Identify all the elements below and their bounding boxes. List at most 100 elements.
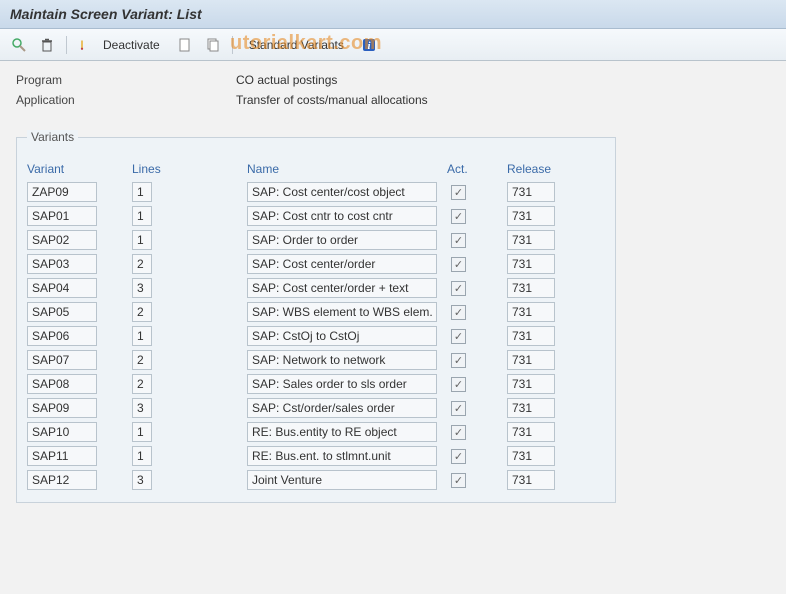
variant-field[interactable] bbox=[27, 422, 97, 442]
release-field[interactable] bbox=[507, 422, 555, 442]
info-icon[interactable]: i bbox=[358, 34, 380, 56]
page-title: Maintain Screen Variant: List bbox=[0, 0, 786, 29]
lines-field[interactable] bbox=[132, 278, 152, 298]
lines-field[interactable] bbox=[132, 302, 152, 322]
name-field[interactable] bbox=[247, 326, 437, 346]
variant-field[interactable] bbox=[27, 446, 97, 466]
variant-field[interactable] bbox=[27, 182, 97, 202]
table-row[interactable]: ✓ bbox=[27, 348, 605, 372]
name-field[interactable] bbox=[247, 398, 437, 418]
name-field[interactable] bbox=[247, 278, 437, 298]
lines-field[interactable] bbox=[132, 446, 152, 466]
name-field[interactable] bbox=[247, 182, 437, 202]
active-checkbox[interactable]: ✓ bbox=[451, 449, 466, 464]
table-row[interactable]: ✓ bbox=[27, 228, 605, 252]
release-field[interactable] bbox=[507, 470, 555, 490]
release-field[interactable] bbox=[507, 446, 555, 466]
lines-field[interactable] bbox=[132, 206, 152, 226]
lines-field[interactable] bbox=[132, 182, 152, 202]
variant-field[interactable] bbox=[27, 326, 97, 346]
copy-icon[interactable] bbox=[202, 34, 224, 56]
program-value: CO actual postings bbox=[236, 73, 337, 87]
name-field[interactable] bbox=[247, 230, 437, 250]
release-field[interactable] bbox=[507, 302, 555, 322]
name-field[interactable] bbox=[247, 422, 437, 442]
lines-field[interactable] bbox=[132, 470, 152, 490]
name-field[interactable] bbox=[247, 446, 437, 466]
variant-field[interactable] bbox=[27, 206, 97, 226]
active-checkbox[interactable]: ✓ bbox=[451, 209, 466, 224]
grid-header: Variant Lines Name Act. Release bbox=[27, 158, 605, 180]
active-checkbox[interactable]: ✓ bbox=[451, 281, 466, 296]
table-row[interactable]: ✓ bbox=[27, 252, 605, 276]
release-field[interactable] bbox=[507, 350, 555, 370]
release-field[interactable] bbox=[507, 182, 555, 202]
variant-field[interactable] bbox=[27, 350, 97, 370]
name-field[interactable] bbox=[247, 302, 437, 322]
active-checkbox[interactable]: ✓ bbox=[451, 185, 466, 200]
table-row[interactable]: ✓ bbox=[27, 420, 605, 444]
name-field[interactable] bbox=[247, 206, 437, 226]
name-field[interactable] bbox=[247, 470, 437, 490]
variant-field[interactable] bbox=[27, 374, 97, 394]
release-field[interactable] bbox=[507, 230, 555, 250]
table-row[interactable]: ✓ bbox=[27, 372, 605, 396]
release-field[interactable] bbox=[507, 206, 555, 226]
active-checkbox[interactable]: ✓ bbox=[451, 329, 466, 344]
variants-group-title: Variants bbox=[27, 130, 78, 144]
application-row: Application Transfer of costs/manual all… bbox=[16, 93, 770, 107]
lines-field[interactable] bbox=[132, 350, 152, 370]
name-field[interactable] bbox=[247, 254, 437, 274]
lines-field[interactable] bbox=[132, 326, 152, 346]
separator bbox=[66, 36, 67, 54]
variant-field[interactable] bbox=[27, 230, 97, 250]
active-checkbox[interactable]: ✓ bbox=[451, 257, 466, 272]
name-field[interactable] bbox=[247, 350, 437, 370]
program-row: Program CO actual postings bbox=[16, 73, 770, 87]
lines-field[interactable] bbox=[132, 422, 152, 442]
variant-field[interactable] bbox=[27, 302, 97, 322]
table-row[interactable]: ✓ bbox=[27, 300, 605, 324]
active-checkbox[interactable]: ✓ bbox=[451, 353, 466, 368]
header-release: Release bbox=[507, 162, 587, 176]
deactivate-button[interactable]: Deactivate bbox=[95, 35, 168, 55]
active-checkbox[interactable]: ✓ bbox=[451, 305, 466, 320]
grid-body: ✓ ✓ ✓ ✓ ✓ ✓ ✓ ✓ ✓ ✓ ✓ ✓ ✓ bbox=[27, 180, 605, 492]
header-act: Act. bbox=[447, 162, 507, 176]
table-row[interactable]: ✓ bbox=[27, 324, 605, 348]
variants-group: Variants Variant Lines Name Act. Release… bbox=[16, 137, 616, 503]
active-checkbox[interactable]: ✓ bbox=[451, 377, 466, 392]
toolbar: Deactivate Standard Variants i utorialka… bbox=[0, 29, 786, 61]
standard-variants-button[interactable]: Standard Variants bbox=[241, 35, 352, 55]
table-row[interactable]: ✓ bbox=[27, 180, 605, 204]
release-field[interactable] bbox=[507, 398, 555, 418]
variant-field[interactable] bbox=[27, 254, 97, 274]
table-row[interactable]: ✓ bbox=[27, 444, 605, 468]
create-icon[interactable] bbox=[174, 34, 196, 56]
release-field[interactable] bbox=[507, 326, 555, 346]
header-lines: Lines bbox=[132, 162, 247, 176]
display-icon[interactable] bbox=[8, 34, 30, 56]
delete-icon[interactable] bbox=[36, 34, 58, 56]
lines-field[interactable] bbox=[132, 398, 152, 418]
active-checkbox[interactable]: ✓ bbox=[451, 401, 466, 416]
active-checkbox[interactable]: ✓ bbox=[451, 233, 466, 248]
release-field[interactable] bbox=[507, 278, 555, 298]
header-name: Name bbox=[247, 162, 447, 176]
table-row[interactable]: ✓ bbox=[27, 468, 605, 492]
variant-field[interactable] bbox=[27, 470, 97, 490]
active-checkbox[interactable]: ✓ bbox=[451, 425, 466, 440]
lines-field[interactable] bbox=[132, 230, 152, 250]
lines-field[interactable] bbox=[132, 254, 152, 274]
lines-field[interactable] bbox=[132, 374, 152, 394]
name-field[interactable] bbox=[247, 374, 437, 394]
release-field[interactable] bbox=[507, 374, 555, 394]
table-row[interactable]: ✓ bbox=[27, 276, 605, 300]
active-checkbox[interactable]: ✓ bbox=[451, 473, 466, 488]
variant-field[interactable] bbox=[27, 278, 97, 298]
variant-field[interactable] bbox=[27, 398, 97, 418]
release-field[interactable] bbox=[507, 254, 555, 274]
table-row[interactable]: ✓ bbox=[27, 396, 605, 420]
table-row[interactable]: ✓ bbox=[27, 204, 605, 228]
marker-icon[interactable] bbox=[75, 34, 89, 56]
